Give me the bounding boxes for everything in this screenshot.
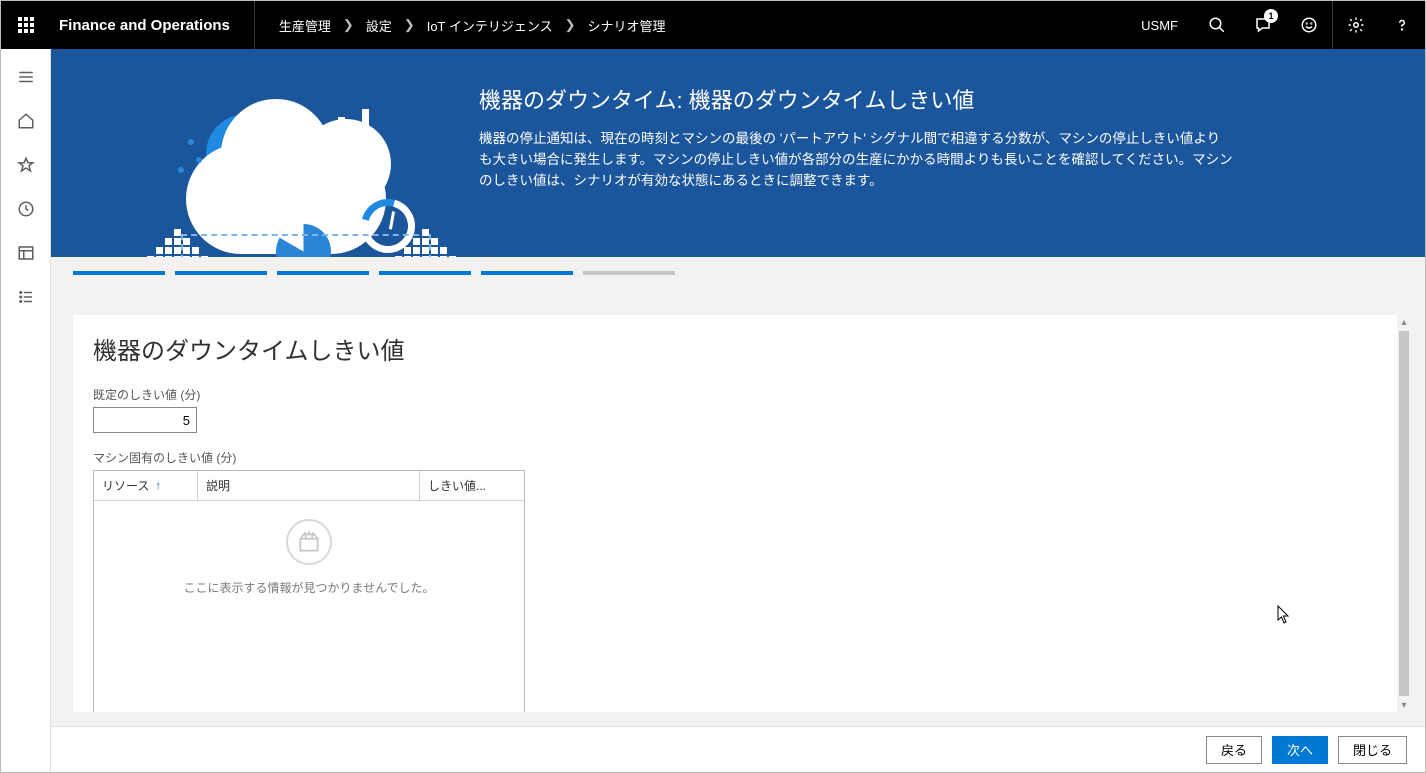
next-button[interactable]: 次へ	[1272, 736, 1328, 764]
main-area: 機器のダウンタイム: 機器のダウンタイムしきい値 機器の停止通知は、現在の時刻と…	[51, 49, 1425, 772]
back-button[interactable]: 戻る	[1206, 736, 1262, 764]
column-resource[interactable]: リソース↑	[94, 471, 198, 501]
sort-ascending-icon: ↑	[155, 480, 161, 492]
recent-clock-icon[interactable]	[1, 189, 51, 229]
help-icon[interactable]	[1379, 1, 1425, 49]
scroll-down-icon[interactable]: ▾	[1397, 698, 1411, 712]
notifications-icon[interactable]: 1	[1240, 1, 1286, 49]
search-icon[interactable]	[1194, 1, 1240, 49]
hero-banner: 機器のダウンタイム: 機器のダウンタイムしきい値 機器の停止通知は、現在の時刻と…	[51, 49, 1425, 257]
brand-title: Finance and Operations	[51, 17, 254, 34]
machine-threshold-label: マシン固有のしきい値 (分)	[93, 449, 1377, 466]
hero-title: 機器のダウンタイム: 機器のダウンタイムしきい値	[479, 83, 1233, 115]
company-code[interactable]: USMF	[1125, 18, 1194, 33]
crumb-2[interactable]: 設定	[366, 16, 392, 35]
favorites-star-icon[interactable]	[1, 145, 51, 185]
scroll-thumb[interactable]	[1399, 331, 1409, 696]
crumb-1[interactable]: 生産管理	[279, 16, 331, 35]
chevron-right-icon: ❯	[559, 17, 582, 33]
hero-description: 機器の停止通知は、現在の時刻とマシンの最後の 'パートアウト' シグナル間で相違…	[479, 129, 1233, 192]
empty-text: ここに表示する情報が見つかりませんでした。	[183, 579, 434, 596]
default-threshold-label: 既定のしきい値 (分)	[93, 386, 1377, 403]
nav-rail	[1, 49, 51, 772]
hero-illustration	[51, 49, 431, 257]
chevron-right-icon: ❯	[398, 17, 421, 33]
wizard-progress	[51, 257, 1425, 275]
column-threshold[interactable]: しきい値...	[420, 471, 524, 501]
crumb-4[interactable]: シナリオ管理	[588, 16, 666, 35]
app-launcher-icon[interactable]	[1, 1, 51, 49]
default-threshold-input[interactable]	[93, 407, 197, 433]
crumb-3[interactable]: IoT インテリジェンス	[427, 16, 553, 35]
workspaces-icon[interactable]	[1, 233, 51, 273]
settings-gear-icon[interactable]	[1333, 1, 1379, 49]
close-button[interactable]: 閉じる	[1338, 736, 1407, 764]
wizard-footer: 戻る 次へ 閉じる	[51, 726, 1425, 772]
top-bar: Finance and Operations 生産管理 ❯ 設定 ❯ IoT イ…	[1, 1, 1425, 49]
grid-body-empty: ここに表示する情報が見つかりませんでした。	[94, 501, 524, 712]
hamburger-icon[interactable]	[1, 57, 51, 97]
breadcrumb: 生産管理 ❯ 設定 ❯ IoT インテリジェンス ❯ シナリオ管理	[255, 16, 1125, 35]
feedback-icon[interactable]	[1286, 1, 1332, 49]
notification-badge: 1	[1264, 9, 1278, 23]
chevron-right-icon: ❯	[337, 17, 360, 33]
column-description[interactable]: 説明	[198, 471, 420, 501]
content-panel: 機器のダウンタイムしきい値 既定のしきい値 (分) マシン固有のしきい値 (分)…	[73, 315, 1397, 712]
threshold-grid: リソース↑ 説明 しきい値... ここに表示する情報が見つかりませんでした。	[93, 470, 525, 712]
scrollbar[interactable]: ▴ ▾	[1397, 315, 1411, 712]
home-icon[interactable]	[1, 101, 51, 141]
top-right-tools: USMF 1	[1125, 1, 1425, 49]
panel-heading: 機器のダウンタイムしきい値	[93, 331, 1377, 366]
scroll-up-icon[interactable]: ▴	[1397, 315, 1411, 329]
empty-box-icon	[286, 519, 332, 565]
modules-list-icon[interactable]	[1, 277, 51, 317]
